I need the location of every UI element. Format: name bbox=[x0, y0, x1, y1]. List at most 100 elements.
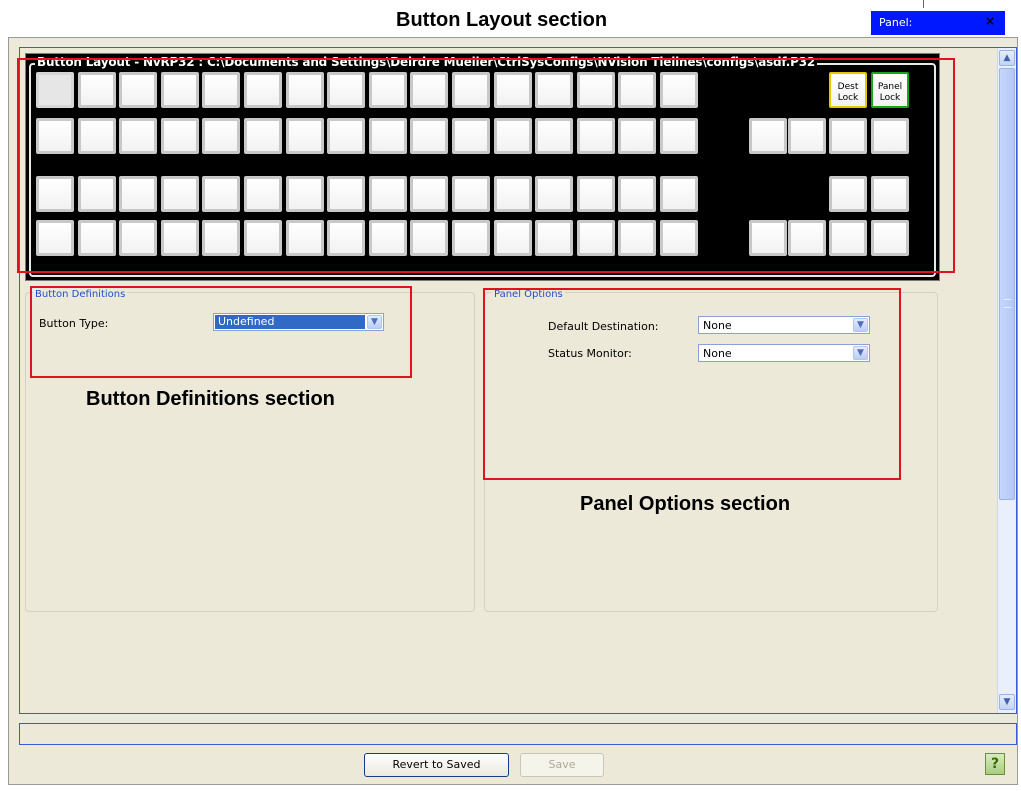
button-type-value: Undefined bbox=[215, 315, 365, 329]
panel-button[interactable] bbox=[286, 176, 324, 212]
panel-button[interactable] bbox=[749, 118, 787, 154]
panel-button[interactable] bbox=[78, 118, 116, 154]
panel-button[interactable] bbox=[577, 220, 615, 256]
panel-button[interactable] bbox=[36, 118, 74, 154]
panel-button[interactable] bbox=[36, 72, 74, 108]
panel-button[interactable] bbox=[369, 72, 407, 108]
help-icon[interactable]: ? bbox=[985, 753, 1005, 775]
panel-button[interactable] bbox=[618, 176, 656, 212]
panel-button[interactable] bbox=[788, 220, 826, 256]
panel-button[interactable] bbox=[369, 118, 407, 154]
panel-button[interactable] bbox=[618, 118, 656, 154]
panel-button[interactable] bbox=[749, 220, 787, 256]
chevron-down-icon[interactable]: ▼ bbox=[853, 346, 868, 360]
panel-button[interactable] bbox=[286, 72, 324, 108]
panel-button[interactable] bbox=[660, 220, 698, 256]
panel-options-legend: Panel Options bbox=[492, 289, 565, 300]
panel-button[interactable] bbox=[119, 220, 157, 256]
panel-button[interactable] bbox=[660, 118, 698, 154]
panel-button[interactable] bbox=[829, 176, 867, 212]
panel-lock-label-1: Panel bbox=[877, 82, 903, 92]
panel-button[interactable] bbox=[410, 118, 448, 154]
button-definitions-legend: Button Definitions bbox=[33, 289, 128, 300]
panel-button[interactable] bbox=[535, 72, 573, 108]
panel-button[interactable] bbox=[78, 220, 116, 256]
panel-button[interactable] bbox=[78, 72, 116, 108]
panel-button[interactable] bbox=[36, 176, 74, 212]
default-destination-value: None bbox=[703, 319, 732, 332]
panel-button[interactable] bbox=[119, 72, 157, 108]
panel-button[interactable] bbox=[161, 176, 199, 212]
panel-button[interactable] bbox=[829, 220, 867, 256]
panel-tab[interactable]: Panel: × bbox=[871, 11, 1005, 35]
panel-button[interactable] bbox=[452, 118, 490, 154]
panel-button[interactable] bbox=[577, 118, 615, 154]
status-monitor-select[interactable]: None ▼ bbox=[698, 344, 870, 362]
panel-button[interactable] bbox=[202, 220, 240, 256]
panel-button[interactable] bbox=[535, 176, 573, 212]
button-type-select[interactable]: Undefined ▼ bbox=[213, 313, 384, 331]
panel-button[interactable] bbox=[871, 220, 909, 256]
panel-button[interactable] bbox=[577, 72, 615, 108]
dest-lock-button[interactable]: Dest Lock bbox=[829, 72, 867, 108]
panel-button[interactable] bbox=[660, 176, 698, 212]
panel-button[interactable] bbox=[202, 118, 240, 154]
panel-button[interactable] bbox=[78, 176, 116, 212]
panel-button[interactable] bbox=[244, 220, 282, 256]
panel-button[interactable] bbox=[369, 220, 407, 256]
panel-button[interactable] bbox=[327, 176, 365, 212]
panel-button[interactable] bbox=[452, 72, 490, 108]
panel-button[interactable] bbox=[577, 176, 615, 212]
panel-button[interactable] bbox=[410, 176, 448, 212]
panel-button[interactable] bbox=[494, 176, 532, 212]
panel-button[interactable] bbox=[494, 118, 532, 154]
chevron-down-icon[interactable]: ▼ bbox=[853, 318, 868, 332]
default-destination-select[interactable]: None ▼ bbox=[698, 316, 870, 334]
panel-button[interactable] bbox=[410, 220, 448, 256]
panel-button[interactable] bbox=[452, 220, 490, 256]
close-icon[interactable]: × bbox=[985, 14, 995, 28]
panel-lock-button[interactable]: Panel Lock bbox=[871, 72, 909, 108]
panel-button[interactable] bbox=[119, 118, 157, 154]
scroll-thumb[interactable] bbox=[999, 68, 1015, 500]
panel-button[interactable] bbox=[119, 176, 157, 212]
revert-to-saved-button[interactable]: Revert to Saved bbox=[364, 753, 509, 777]
button-layout-legend: Button Layout - NvRP32 : C:\Documents an… bbox=[35, 55, 818, 69]
scroll-up-icon[interactable]: ▲ bbox=[999, 50, 1015, 66]
panel-button[interactable] bbox=[829, 118, 867, 154]
panel-button[interactable] bbox=[660, 72, 698, 108]
panel-button[interactable] bbox=[535, 220, 573, 256]
panel-button[interactable] bbox=[788, 118, 826, 154]
panel-button[interactable] bbox=[494, 220, 532, 256]
panel-button[interactable] bbox=[161, 220, 199, 256]
panel-button[interactable] bbox=[871, 118, 909, 154]
panel-button[interactable] bbox=[327, 72, 365, 108]
panel-button[interactable] bbox=[161, 118, 199, 154]
panel-button[interactable] bbox=[369, 176, 407, 212]
panel-button[interactable] bbox=[161, 72, 199, 108]
save-button[interactable]: Save bbox=[520, 753, 604, 777]
panel-button[interactable] bbox=[452, 176, 490, 212]
panel-button[interactable] bbox=[202, 72, 240, 108]
panel-button[interactable] bbox=[244, 176, 282, 212]
panel-button[interactable] bbox=[327, 118, 365, 154]
panel-button[interactable] bbox=[327, 220, 365, 256]
annotation-button-layout: Button Layout section bbox=[396, 9, 608, 31]
panel-button[interactable] bbox=[494, 72, 532, 108]
panel-button[interactable] bbox=[36, 220, 74, 256]
vertical-scrollbar[interactable]: ▲ ▼ bbox=[997, 48, 1016, 713]
scroll-down-icon[interactable]: ▼ bbox=[999, 694, 1015, 710]
panel-button[interactable] bbox=[410, 72, 448, 108]
panel-button[interactable] bbox=[618, 220, 656, 256]
chevron-down-icon[interactable]: ▼ bbox=[367, 315, 382, 329]
panel-button[interactable] bbox=[618, 72, 656, 108]
panel-button[interactable] bbox=[202, 176, 240, 212]
panel-button[interactable] bbox=[244, 118, 282, 154]
status-monitor-label: Status Monitor: bbox=[548, 347, 632, 360]
panel-button[interactable] bbox=[871, 176, 909, 212]
dest-lock-label-2: Lock bbox=[837, 93, 859, 103]
panel-button[interactable] bbox=[244, 72, 282, 108]
panel-button[interactable] bbox=[286, 220, 324, 256]
panel-button[interactable] bbox=[286, 118, 324, 154]
panel-button[interactable] bbox=[535, 118, 573, 154]
